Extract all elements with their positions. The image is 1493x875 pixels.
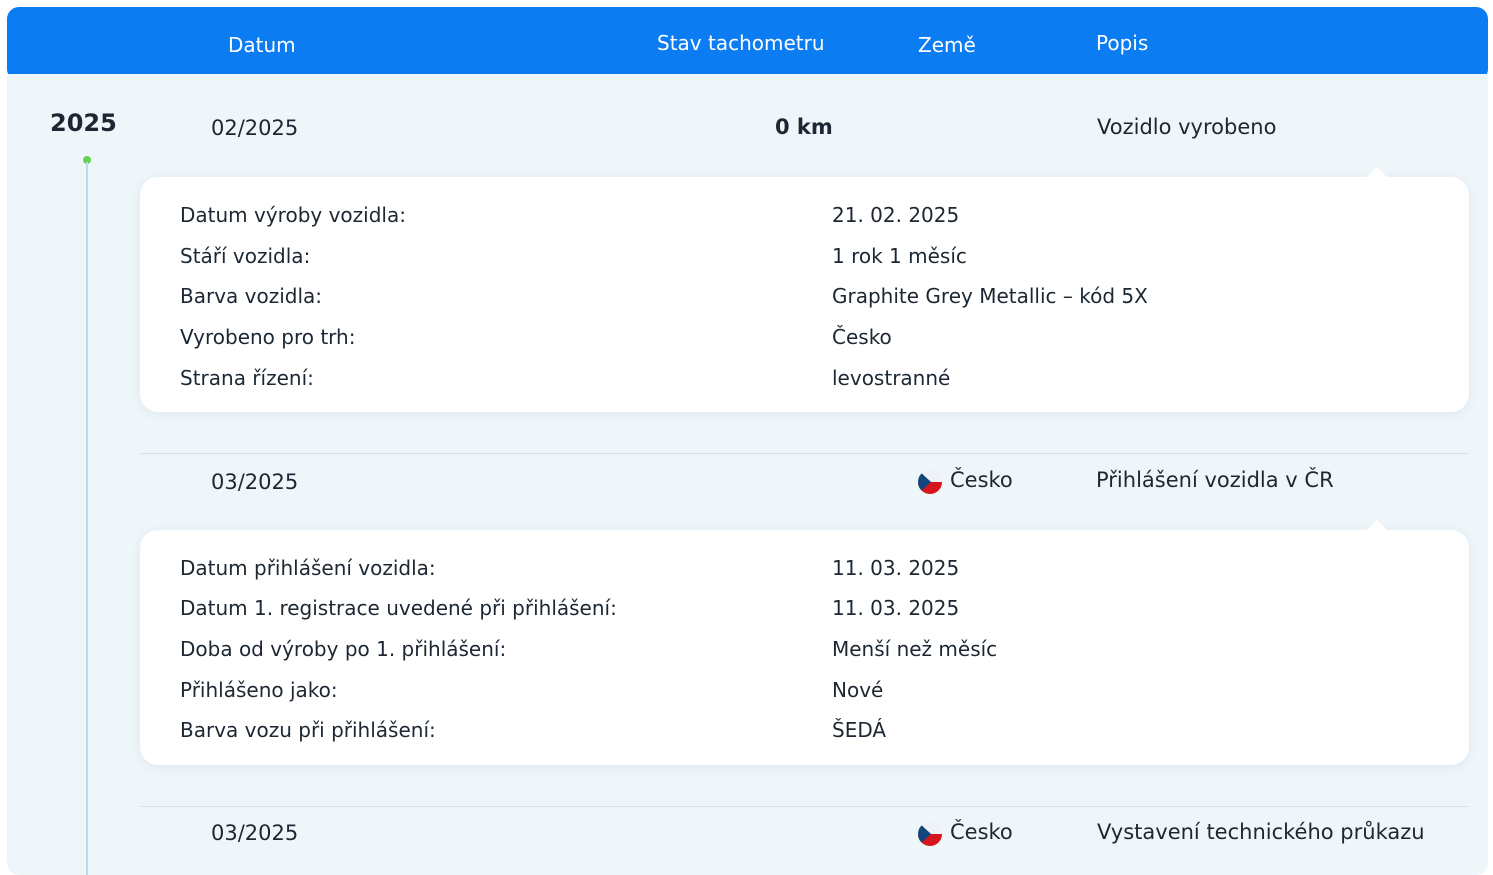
detail-label: Barva vozidla: [180,284,323,308]
event-date: 03/2025 [211,470,299,494]
event-date: 03/2025 [211,821,299,845]
czech-flag-icon [918,470,942,494]
detail-value: ŠEDÁ [832,718,887,742]
event-detail-card: Datum výroby vozidla: 21. 02. 2025 Stáří… [140,167,1469,412]
event-odometer: 0 km [775,115,833,139]
detail-value: 21. 02. 2025 [832,203,960,227]
event-description: Přihlášení vozidla v ČR [1096,468,1334,492]
table-header: Datum Stav tachometru Země Popis [7,7,1488,81]
detail-label: Stáří vozidla: [180,244,311,268]
header-odometer: Stav tachometru [657,31,825,55]
header-description: Popis [1096,31,1149,55]
event-description: Vystavení technického průkazu [1097,820,1425,844]
detail-label: Datum výroby vozidla: [180,203,406,227]
timeline-line [86,162,88,875]
detail-value: levostranné [832,366,951,390]
detail-label: Strana řízení: [180,366,314,390]
event-country: Česko [950,468,1013,492]
detail-value: 11. 03. 2025 [832,556,960,580]
czech-flag-icon [918,822,942,846]
event-date: 02/2025 [211,116,299,140]
event-country: Česko [950,820,1013,844]
detail-value: 1 rok 1 měsíc [832,244,967,268]
detail-value: Graphite Grey Metallic – kód 5X [832,284,1148,308]
detail-value: Nové [832,678,884,702]
event-detail-card: Datum přihlášení vozidla: 11. 03. 2025 D… [140,520,1469,765]
detail-label: Barva vozu při přihlášení: [180,718,436,742]
detail-value: Česko [832,325,892,349]
row-divider [140,806,1469,807]
detail-label: Datum přihlášení vozidla: [180,556,436,580]
timeline-year: 2025 [50,109,117,137]
detail-label: Vyrobeno pro trh: [180,325,356,349]
detail-label: Přihlášeno jako: [180,678,338,702]
header-date: Datum [228,33,296,57]
row-divider [140,453,1469,454]
event-description: Vozidlo vyrobeno [1097,115,1277,139]
header-country: Země [918,33,976,57]
detail-value: Menší než měsíc [832,637,998,661]
detail-label: Doba od výroby po 1. přihlášení: [180,637,507,661]
detail-label: Datum 1. registrace uvedené při přihláše… [180,596,617,620]
detail-value: 11. 03. 2025 [832,596,960,620]
